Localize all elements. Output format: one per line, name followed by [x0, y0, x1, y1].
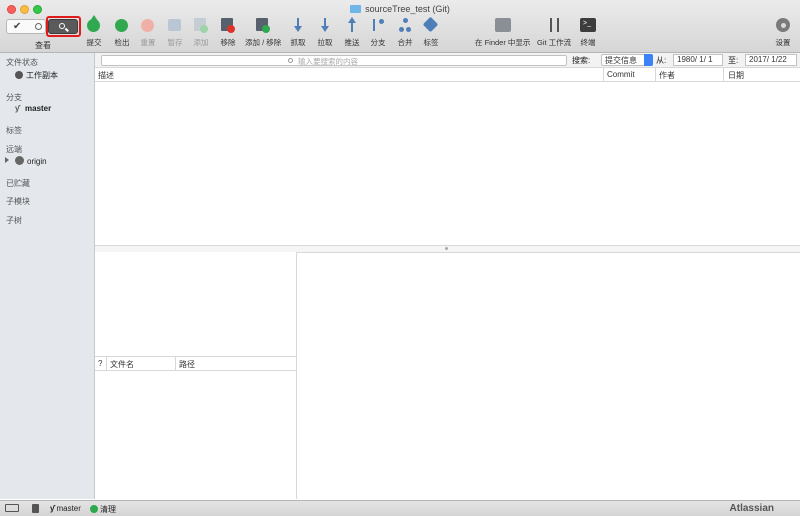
file-list-pane: [95, 252, 297, 499]
search-mode-select[interactable]: 提交信息: [601, 54, 653, 66]
show-in-finder-button[interactable]: 在 Finder 中显示: [475, 17, 530, 48]
fetch-button[interactable]: 抓取: [290, 17, 306, 48]
sidebar: 文件状态 工作副本 分支 ƴ master 标签 远端 origin 已贮藏 子模…: [0, 53, 95, 499]
view-label: 查看: [35, 41, 51, 50]
commit-button[interactable]: 提交: [86, 15, 102, 48]
fetch-icon: [290, 17, 306, 33]
status-branch: ƴ master: [50, 504, 81, 513]
sidebar-item-master[interactable]: ƴ master: [15, 104, 51, 113]
terminal-button[interactable]: >_ 终端: [580, 17, 596, 48]
stash-icon: [167, 17, 183, 33]
reset-button[interactable]: 重置: [140, 17, 156, 48]
search-input[interactable]: 输入要搜索的内容: [101, 55, 567, 66]
disclosure-triangle-icon[interactable]: [5, 157, 9, 163]
toolbar: sourceTree_test (Git) ✔ 查看 提交 检出 重置 暂存 添…: [0, 0, 800, 53]
merge-icon: [397, 17, 413, 33]
sidebar-heading-remotes: 远端: [6, 145, 22, 154]
branch-icon: ƴ: [50, 504, 55, 513]
status-clean: 清理: [90, 504, 116, 515]
add-button[interactable]: 添加: [193, 17, 209, 48]
gear-icon: [775, 17, 791, 33]
clock-icon: [35, 23, 42, 30]
status-bar: ƴ master 清理 Atlassian: [0, 500, 800, 516]
sidebar-item-working-copy[interactable]: 工作副本: [15, 70, 58, 81]
push-icon: [344, 17, 360, 33]
pull-button[interactable]: 拉取: [317, 17, 333, 48]
file-status-view-button[interactable]: ✔: [6, 19, 46, 34]
search-label: 搜索:: [572, 56, 591, 65]
checkout-icon: [114, 17, 130, 33]
sidebar-heading-submodules: 子模块: [6, 197, 30, 206]
to-date-field[interactable]: 2017/ 1/22: [745, 54, 797, 66]
sidebar-heading-subtrees: 子树: [6, 216, 22, 225]
pull-icon: [317, 17, 333, 33]
terminal-icon: >_: [580, 17, 596, 33]
clean-check-icon: [90, 505, 98, 513]
sidebar-heading-stashes: 已贮藏: [6, 179, 30, 188]
folder-icon: [350, 5, 362, 13]
highlight-box: [46, 16, 81, 37]
search-bar: 输入要搜索的内容 搜索: 提交信息 从: 1980/ 1/ 1 至: 2017/…: [95, 53, 800, 68]
column-file-status[interactable]: ?: [98, 359, 102, 368]
search-icon: [288, 58, 293, 63]
finder-icon: [494, 17, 511, 33]
sidebar-toggle-icon[interactable]: [5, 504, 19, 512]
remove-button[interactable]: 移除: [220, 17, 236, 48]
branch-icon: ƴ: [15, 104, 20, 113]
tag-button[interactable]: 标签: [422, 16, 439, 48]
reset-icon: [140, 17, 156, 33]
sidebar-item-origin[interactable]: origin: [15, 156, 47, 166]
settings-button[interactable]: 设置: [775, 17, 791, 48]
working-copy-icon: [15, 71, 23, 79]
column-divider[interactable]: [655, 68, 656, 81]
app-window: sourceTree_test (Git) ✔ 查看 提交 检出 重置 暂存 添…: [0, 0, 800, 516]
push-button[interactable]: 推送: [344, 17, 360, 48]
dropdown-arrow-icon: [644, 54, 653, 66]
from-date-field[interactable]: 1980/ 1/ 1: [673, 54, 723, 66]
column-divider[interactable]: [603, 68, 604, 81]
git-flow-button[interactable]: Git 工作流: [537, 17, 571, 48]
add-remove-button[interactable]: 添加 / 移除: [245, 17, 281, 48]
column-divider[interactable]: [175, 357, 176, 370]
document-icon[interactable]: [32, 504, 39, 513]
branch-icon: [370, 17, 386, 33]
globe-icon: [15, 156, 24, 165]
commit-table-header: 描述 Commit 作者 日期: [95, 68, 800, 82]
add-remove-icon: [255, 17, 271, 33]
to-label: 至:: [728, 56, 739, 65]
add-icon: [193, 17, 209, 33]
column-divider[interactable]: [106, 357, 107, 370]
sidebar-heading-branches: 分支: [6, 93, 22, 102]
column-path[interactable]: 路径: [179, 359, 195, 370]
column-filename[interactable]: 文件名: [110, 359, 134, 370]
tag-icon: [422, 16, 439, 33]
column-commit[interactable]: Commit: [607, 70, 635, 79]
remove-icon: [220, 17, 236, 33]
git-flow-icon: [546, 17, 562, 33]
sidebar-heading-file-status: 文件状态: [6, 58, 38, 67]
branch-button[interactable]: 分支: [370, 17, 386, 48]
column-author[interactable]: 作者: [659, 70, 675, 81]
merge-button[interactable]: 合并: [397, 17, 413, 48]
column-divider[interactable]: [723, 68, 724, 81]
sidebar-heading-tags: 标签: [6, 126, 22, 135]
commit-icon: [86, 15, 102, 33]
column-date[interactable]: 日期: [728, 70, 744, 81]
grip-icon: [445, 247, 448, 250]
window-title: sourceTree_test (Git): [0, 4, 800, 14]
checkout-button[interactable]: 检出: [114, 17, 130, 48]
stash-button[interactable]: 暂存: [167, 17, 183, 48]
atlassian-logo: Atlassian: [729, 503, 774, 514]
checkmark-icon: ✔: [13, 21, 22, 32]
file-table-header: ? 文件名 路径: [95, 356, 296, 371]
from-label: 从:: [656, 56, 667, 65]
column-description[interactable]: 描述: [98, 70, 114, 81]
